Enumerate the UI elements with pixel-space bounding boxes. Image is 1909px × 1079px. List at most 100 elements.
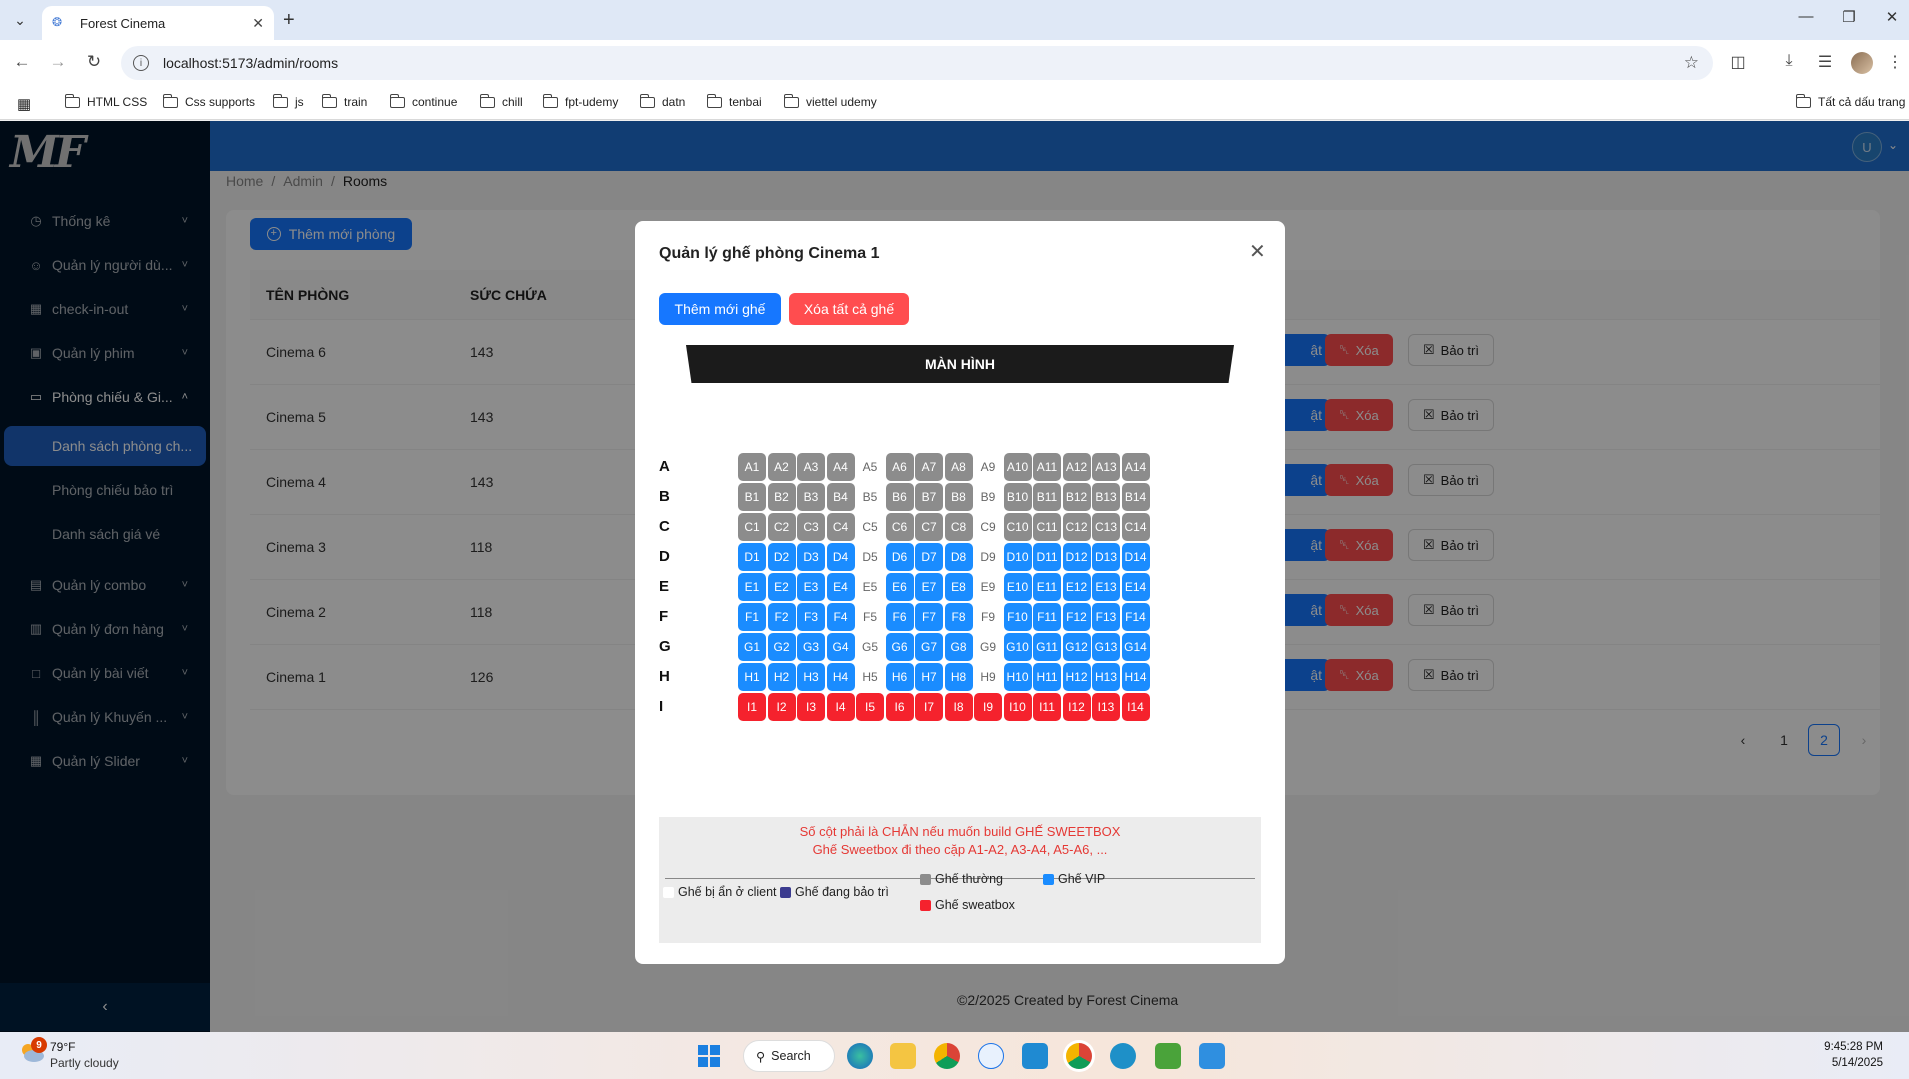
chrome-icon[interactable]	[934, 1043, 960, 1069]
seat-vip[interactable]: F5	[856, 603, 884, 631]
seat-sweetbox[interactable]: I8	[944, 693, 973, 721]
media-icon[interactable]: ☰	[1814, 52, 1836, 72]
seat-regular[interactable]: A1	[738, 453, 766, 481]
windows-start-icon[interactable]	[696, 1043, 722, 1069]
seat-regular[interactable]: A11	[1033, 453, 1061, 481]
seat-regular[interactable]: B4	[826, 483, 855, 511]
seat-regular[interactable]: C3	[797, 513, 825, 541]
clock-date[interactable]: 5/14/2025	[1832, 1057, 1883, 1069]
seat-vip[interactable]: D4	[826, 543, 855, 571]
seat-sweetbox[interactable]: I4	[826, 693, 855, 721]
seat-sweetbox[interactable]: I13	[1092, 693, 1120, 721]
seat-sweetbox[interactable]: I3	[797, 693, 825, 721]
seat-regular[interactable]: C6	[885, 513, 914, 541]
seat-regular[interactable]: B6	[885, 483, 914, 511]
seat-regular[interactable]: B3	[797, 483, 825, 511]
seat-regular[interactable]: B11	[1033, 483, 1061, 511]
seat-regular[interactable]: B12	[1062, 483, 1091, 511]
seat-vip[interactable]: D14	[1121, 543, 1150, 571]
seat-regular[interactable]: B7	[915, 483, 943, 511]
seat-vip[interactable]: G14	[1121, 633, 1150, 661]
seat-vip[interactable]: E4	[826, 573, 855, 601]
forward-icon[interactable]: →	[47, 52, 69, 72]
seat-sweetbox[interactable]: I2	[767, 693, 796, 721]
edge-icon[interactable]	[847, 1043, 873, 1069]
seat-regular[interactable]: A7	[915, 453, 943, 481]
bookmark-folder[interactable]: viettel udemy	[783, 93, 877, 109]
bookmark-folder[interactable]: Css supports	[162, 93, 255, 109]
seat-regular[interactable]: B8	[944, 483, 973, 511]
seat-vip[interactable]: F1	[738, 603, 766, 631]
apps-grid-icon[interactable]: ▦	[17, 95, 31, 113]
seat-vip[interactable]: E11	[1033, 573, 1061, 601]
seat-regular[interactable]: A10	[1003, 453, 1032, 481]
seat-regular[interactable]: C7	[915, 513, 943, 541]
seat-vip[interactable]: H2	[767, 663, 796, 691]
seat-vip[interactable]: D5	[856, 543, 884, 571]
extensions-icon[interactable]: ◫	[1727, 52, 1749, 72]
seat-vip[interactable]: G13	[1092, 633, 1120, 661]
seat-regular[interactable]: A8	[944, 453, 973, 481]
seat-sweetbox[interactable]: I5	[856, 693, 884, 721]
seat-vip[interactable]: G9	[974, 633, 1002, 661]
seat-vip[interactable]: H1	[738, 663, 766, 691]
seat-sweetbox[interactable]: I10	[1003, 693, 1032, 721]
seat-regular[interactable]: C13	[1092, 513, 1120, 541]
seat-vip[interactable]: E5	[856, 573, 884, 601]
seat-vip[interactable]: D2	[767, 543, 796, 571]
site-info-icon[interactable]: i	[133, 55, 149, 71]
seat-regular[interactable]: A13	[1092, 453, 1120, 481]
seat-regular[interactable]: A6	[885, 453, 914, 481]
seat-regular[interactable]: C10	[1003, 513, 1032, 541]
seat-regular[interactable]: A3	[797, 453, 825, 481]
seat-vip[interactable]: G2	[767, 633, 796, 661]
seat-vip[interactable]: F11	[1033, 603, 1061, 631]
seat-regular[interactable]: A14	[1121, 453, 1150, 481]
window-close-icon[interactable]: ✕	[1877, 8, 1907, 26]
seat-regular[interactable]: C9	[974, 513, 1002, 541]
seat-vip[interactable]: D7	[915, 543, 943, 571]
seat-regular[interactable]: B5	[856, 483, 884, 511]
bookmark-star-icon[interactable]: ☆	[1684, 53, 1699, 73]
seat-vip[interactable]: F6	[885, 603, 914, 631]
seat-vip[interactable]: H13	[1092, 663, 1120, 691]
seat-vip[interactable]: H12	[1062, 663, 1091, 691]
file-explorer-icon[interactable]	[890, 1043, 916, 1069]
seat-vip[interactable]: H3	[797, 663, 825, 691]
seat-vip[interactable]: H14	[1121, 663, 1150, 691]
seat-vip[interactable]: D12	[1062, 543, 1091, 571]
seat-vip[interactable]: G4	[826, 633, 855, 661]
restore-icon[interactable]: ❐	[1834, 8, 1864, 26]
taskbar-search[interactable]: ⚲ Search	[743, 1040, 835, 1072]
all-bookmarks-folder[interactable]: Tất cả dấu trang	[1795, 93, 1905, 109]
seat-regular[interactable]: C4	[826, 513, 855, 541]
seat-vip[interactable]: H10	[1003, 663, 1032, 691]
excel-like-icon[interactable]	[1155, 1043, 1181, 1069]
photos-icon[interactable]	[1199, 1043, 1225, 1069]
seat-vip[interactable]: F8	[944, 603, 973, 631]
seat-sweetbox[interactable]: I9	[974, 693, 1002, 721]
seat-vip[interactable]: E14	[1121, 573, 1150, 601]
seat-vip[interactable]: D13	[1092, 543, 1120, 571]
seat-regular[interactable]: C12	[1062, 513, 1091, 541]
seat-regular[interactable]: A9	[974, 453, 1002, 481]
seat-vip[interactable]: E12	[1062, 573, 1091, 601]
seat-sweetbox[interactable]: I12	[1062, 693, 1091, 721]
seat-vip[interactable]: D3	[797, 543, 825, 571]
seat-vip[interactable]: D11	[1033, 543, 1061, 571]
seat-vip[interactable]: G8	[944, 633, 973, 661]
seat-regular[interactable]: C8	[944, 513, 973, 541]
seat-vip[interactable]: E8	[944, 573, 973, 601]
seat-vip[interactable]: F3	[797, 603, 825, 631]
seat-regular[interactable]: C11	[1033, 513, 1061, 541]
seat-vip[interactable]: G1	[738, 633, 766, 661]
seat-regular[interactable]: B9	[974, 483, 1002, 511]
seat-regular[interactable]: A4	[826, 453, 855, 481]
seat-regular[interactable]: A5	[856, 453, 884, 481]
bookmark-folder[interactable]: train	[321, 93, 367, 109]
seat-vip[interactable]: D6	[885, 543, 914, 571]
close-tab-icon[interactable]: ✕	[252, 15, 264, 32]
seat-vip[interactable]: F14	[1121, 603, 1150, 631]
seat-sweetbox[interactable]: I11	[1033, 693, 1061, 721]
app-icon[interactable]	[1110, 1043, 1136, 1069]
